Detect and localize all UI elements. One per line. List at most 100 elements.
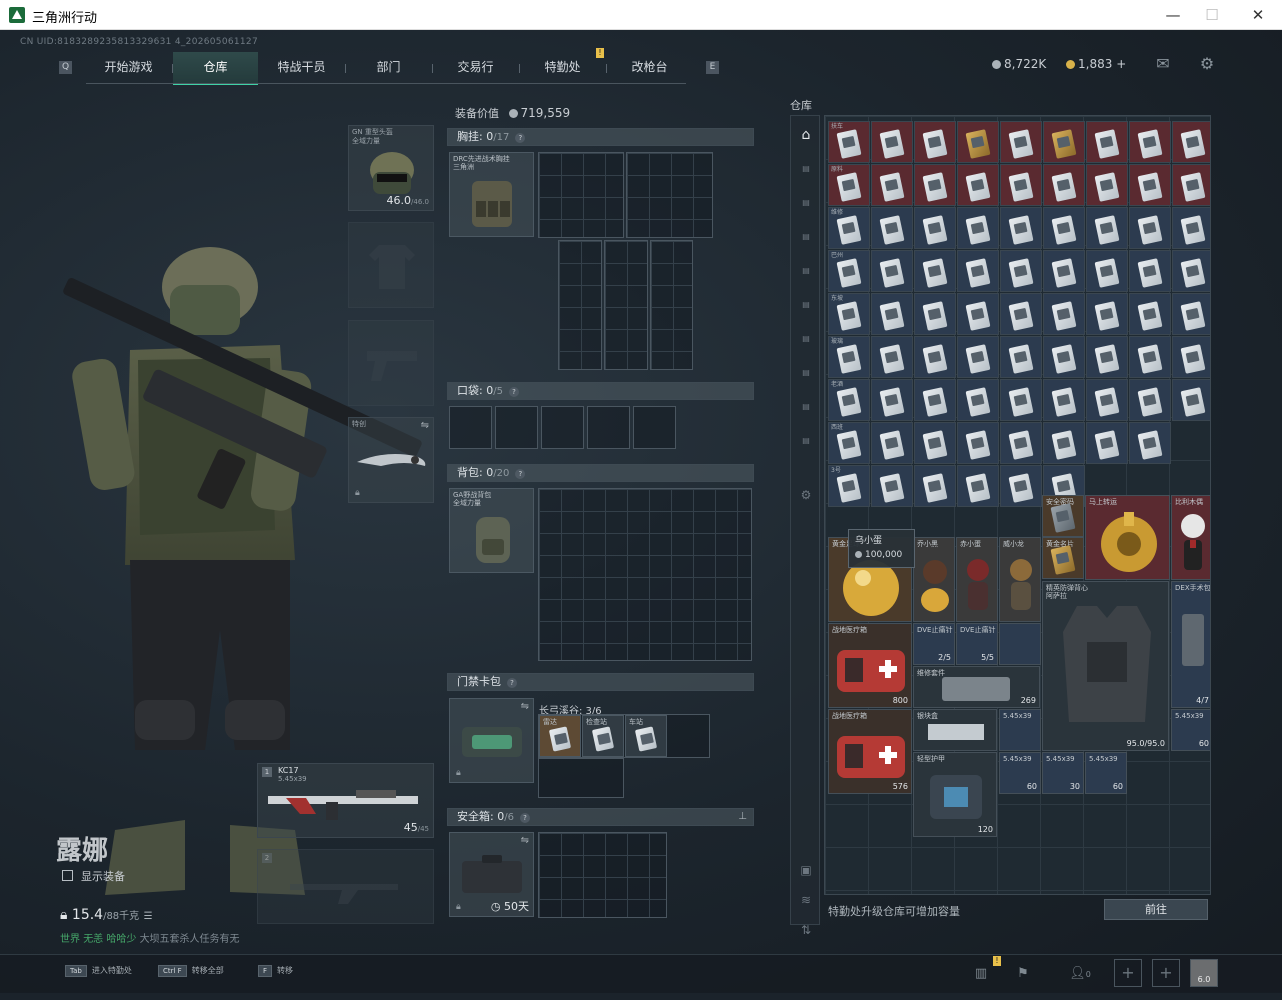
keycard-cell[interactable] xyxy=(914,164,956,206)
keycard-cell[interactable] xyxy=(1086,164,1128,206)
chat-line[interactable]: 世界 无恙 哈哈少 大坝五套杀人任务有无 xyxy=(60,930,240,945)
helmet-slot[interactable]: GN 重型头盔 全域力量 46.0/46.0 xyxy=(348,125,434,211)
keycard-cell[interactable] xyxy=(1043,207,1085,249)
ammo-item[interactable]: 5.45x39 30 xyxy=(1042,752,1084,794)
keycard-cell[interactable] xyxy=(871,207,913,249)
keycard-item[interactable]: 检查站 xyxy=(582,715,624,757)
keycard-cell[interactable] xyxy=(871,121,913,163)
ammo-item[interactable]: 5.45x39 60 xyxy=(1085,752,1127,794)
keycard-empty[interactable] xyxy=(538,758,624,798)
keycard-cell[interactable] xyxy=(871,379,913,421)
keycard-cell[interactable] xyxy=(914,422,956,464)
category-icon[interactable]: ▤ xyxy=(795,398,817,416)
keycard-cell[interactable] xyxy=(957,336,999,378)
keycard-cell[interactable] xyxy=(1086,293,1128,335)
keycard-cell[interactable] xyxy=(1000,164,1042,206)
keycard-cell[interactable] xyxy=(1129,250,1171,292)
category-icon[interactable]: ▤ xyxy=(795,364,817,382)
keycard-cell[interactable] xyxy=(1000,422,1042,464)
keycard-cell[interactable] xyxy=(1129,379,1171,421)
keycard-cell[interactable] xyxy=(1086,207,1128,249)
keycard-cell[interactable] xyxy=(1172,379,1210,421)
pocket-slot[interactable] xyxy=(449,406,492,449)
keycard-cell[interactable] xyxy=(914,293,956,335)
keycard-cell[interactable] xyxy=(914,336,956,378)
keycard-cell[interactable] xyxy=(1086,422,1128,464)
keycard-cell[interactable] xyxy=(1172,293,1210,335)
armor-slot[interactable] xyxy=(348,222,434,308)
figure-item[interactable]: 乔小黑 xyxy=(913,537,955,622)
mail-icon[interactable]: ✉ xyxy=(1154,56,1172,72)
medkit-item[interactable]: 战地医疗箱 800 xyxy=(828,623,912,708)
goto-button[interactable]: 前往 xyxy=(1104,899,1208,920)
pistol-slot[interactable] xyxy=(348,320,434,406)
armor-vest-item[interactable]: 精英防弹背心 阿萨拉 95.0/95.0 xyxy=(1042,581,1169,751)
chest-grid-3[interactable] xyxy=(558,240,602,370)
keycard-cell[interactable] xyxy=(871,336,913,378)
injector-item[interactable]: DVE止痛针 2/5 xyxy=(913,623,955,665)
injector-item[interactable]: DVE止痛针 5/5 xyxy=(956,623,998,665)
keycard-cell[interactable]: 老酒 xyxy=(828,379,870,421)
keycard-cell[interactable]: 巴州 xyxy=(828,250,870,292)
pocket-slot[interactable] xyxy=(541,406,584,449)
keycard-cell[interactable] xyxy=(871,465,913,507)
doll-item[interactable]: 比利木偶 xyxy=(1171,495,1210,580)
box-icon[interactable]: ▣ xyxy=(795,861,817,879)
armor-plate-item[interactable]: 轻型护甲 120 xyxy=(913,752,997,837)
keycard-cell[interactable]: 玻璃 xyxy=(828,336,870,378)
keycard-cell[interactable] xyxy=(957,250,999,292)
hint-transfer[interactable]: F 转移 xyxy=(258,965,293,977)
keycard-cell[interactable] xyxy=(914,207,956,249)
keycard-cell[interactable] xyxy=(1000,121,1042,163)
backpack-grid[interactable] xyxy=(538,488,752,661)
keycard-cell[interactable] xyxy=(871,164,913,206)
keycard-cell[interactable] xyxy=(1000,465,1042,507)
help-icon[interactable]: ? xyxy=(515,469,526,479)
tab-special-ops[interactable]: 特勤处 xyxy=(520,52,605,83)
pocket-slot[interactable] xyxy=(587,406,630,449)
keycard-cell[interactable] xyxy=(1172,207,1210,249)
keycard-cell[interactable] xyxy=(1043,379,1085,421)
keycard-cell[interactable] xyxy=(1129,121,1171,163)
safe-box-grid[interactable] xyxy=(538,832,667,918)
ammo-item[interactable]: 5.45x39 xyxy=(999,709,1041,751)
gem-item[interactable]: 安全密码 xyxy=(1042,495,1084,537)
silver-item[interactable]: 银块盒 xyxy=(913,709,997,751)
keycard-cell[interactable] xyxy=(1086,121,1128,163)
keycard-cell[interactable] xyxy=(1043,121,1085,163)
safe-box-slot[interactable]: ⇋ 🔒︎ ◷ 50天 xyxy=(449,832,534,917)
disc-item[interactable]: 马上转运 xyxy=(1085,495,1170,580)
tab-warehouse[interactable]: 仓库 xyxy=(173,52,258,85)
keycard-cell[interactable] xyxy=(957,207,999,249)
tab-trading[interactable]: 交易行 xyxy=(433,52,518,83)
keycard-cell[interactable] xyxy=(1129,422,1171,464)
flag-icon[interactable]: ⚑ xyxy=(1010,961,1036,987)
category-icon[interactable]: ▤ xyxy=(795,262,817,280)
repair-kit-item[interactable]: 维修套件 269 xyxy=(913,666,1040,708)
list-icon[interactable]: ☰ xyxy=(144,911,153,922)
swap-icon[interactable]: ⇋ xyxy=(421,420,429,431)
keycard-cell[interactable] xyxy=(914,465,956,507)
keycard-cell[interactable] xyxy=(1000,250,1042,292)
keycard-cell[interactable] xyxy=(1086,250,1128,292)
avatar[interactable]: 6.0 xyxy=(1190,959,1218,987)
keycard-item[interactable]: 雷达 xyxy=(539,715,581,757)
keycard-cell[interactable] xyxy=(957,379,999,421)
nav-next-key[interactable]: E xyxy=(706,61,719,74)
maximize-button[interactable]: ☐ xyxy=(1197,4,1227,26)
swap-icon[interactable]: ⇋ xyxy=(521,835,529,846)
secondary-weapon-slot[interactable]: 2 xyxy=(257,849,434,924)
gold-balance[interactable]: 1,883 + xyxy=(1066,57,1126,71)
keycard-cell[interactable] xyxy=(871,293,913,335)
tab-department[interactable]: 部门 xyxy=(346,52,431,83)
pin-icon[interactable]: ⊥ xyxy=(738,809,747,825)
keycard-cell[interactable] xyxy=(1000,293,1042,335)
warehouse-home-icon[interactable]: ⌂ xyxy=(795,126,817,144)
keycard-cell[interactable] xyxy=(1172,336,1210,378)
close-button[interactable]: ✕ xyxy=(1243,4,1273,26)
keycard-cell[interactable] xyxy=(957,164,999,206)
checkbox[interactable] xyxy=(62,870,73,881)
keycard-cell[interactable] xyxy=(1129,207,1171,249)
category-icon[interactable]: ▤ xyxy=(795,432,817,450)
pocket-slot[interactable] xyxy=(495,406,538,449)
